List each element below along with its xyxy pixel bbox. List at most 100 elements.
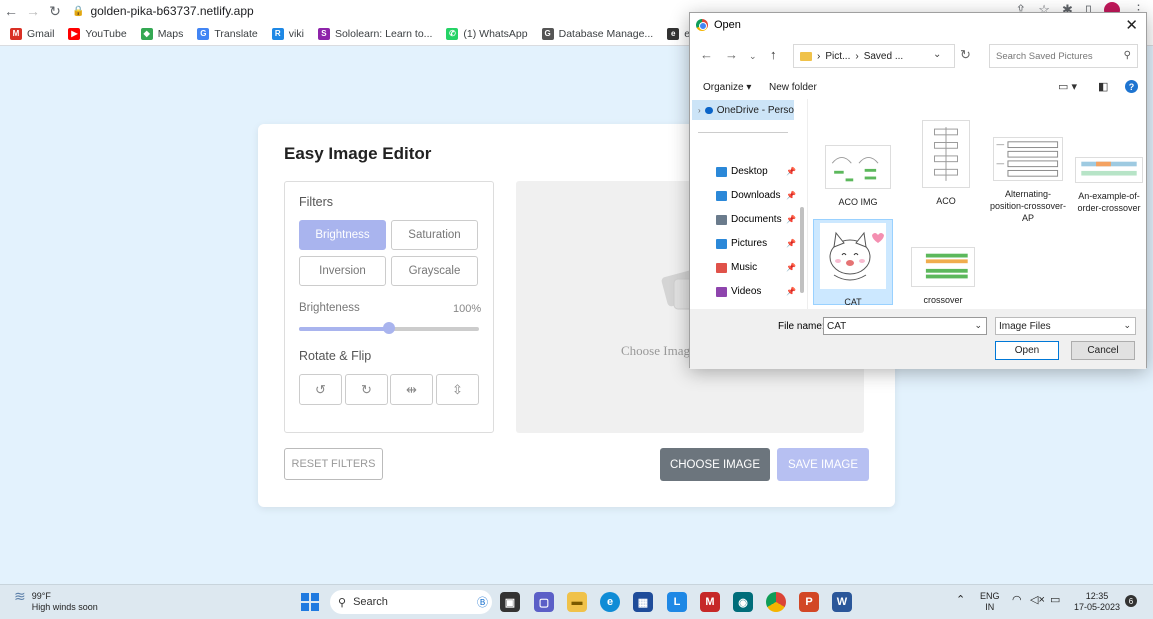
- chevron-down-icon[interactable]: ⌄: [1123, 320, 1131, 331]
- weather-widget[interactable]: ≋ 99°F High winds soon: [14, 588, 98, 613]
- breadcrumb-pictures[interactable]: Pict...: [825, 51, 850, 62]
- tree-item-music[interactable]: Music: [716, 262, 757, 273]
- cancel-button[interactable]: Cancel: [1071, 341, 1135, 360]
- task-view-icon[interactable]: ▣: [500, 592, 520, 612]
- chrome-taskbar-icon[interactable]: [766, 592, 786, 612]
- l-app-icon[interactable]: L: [667, 592, 687, 612]
- windows-start-icon[interactable]: [301, 593, 319, 611]
- recent-dropdown-icon[interactable]: ⌄: [749, 51, 757, 62]
- chevron-down-icon[interactable]: ⌄: [933, 49, 941, 60]
- save-image-button[interactable]: SAVE IMAGE: [777, 448, 869, 481]
- clock[interactable]: 12:35 17-05-2023: [1074, 591, 1120, 613]
- new-folder-button[interactable]: New folder: [769, 82, 817, 93]
- pin-icon[interactable]: 📌: [786, 215, 796, 224]
- file-item-aco[interactable]: ACO: [906, 117, 986, 206]
- tree-item-desktop[interactable]: Desktop: [716, 166, 768, 177]
- bookmark-gmail[interactable]: M Gmail: [10, 27, 54, 40]
- choose-image-button[interactable]: CHOOSE IMAGE: [660, 448, 770, 481]
- pin-icon[interactable]: 📌: [786, 191, 796, 200]
- language-top: ENG: [980, 591, 1000, 601]
- flip-vertical-button[interactable]: ⇳: [436, 374, 479, 405]
- mcafee-icon[interactable]: M: [700, 592, 720, 612]
- notification-badge[interactable]: 6: [1125, 595, 1137, 607]
- help-icon[interactable]: ?: [1125, 80, 1138, 93]
- viki-icon: R: [271, 27, 284, 40]
- tree-item-downloads[interactable]: Downloads: [716, 190, 780, 201]
- thumbnail-aco: [922, 120, 970, 188]
- powerpoint-icon[interactable]: P: [799, 592, 819, 612]
- file-name: CAT: [844, 297, 862, 307]
- path-breadcrumb[interactable]: › Pict... › Saved ...: [793, 44, 955, 68]
- tree-item-pictures[interactable]: Pictures: [716, 238, 767, 249]
- address-bar[interactable]: 🔒 golden-pika-b63737.netlify.app: [72, 4, 254, 18]
- chevron-down-icon[interactable]: ⌄: [974, 320, 982, 331]
- app-icon[interactable]: ◉: [733, 592, 753, 612]
- refresh-icon[interactable]: ↻: [960, 47, 971, 63]
- bookmark-youtube[interactable]: ▶ YouTube: [68, 27, 127, 40]
- pin-icon[interactable]: 📌: [786, 167, 796, 176]
- search-input[interactable]: Search Saved Pictures ⚲: [989, 44, 1138, 68]
- slider-thumb[interactable]: [383, 322, 395, 334]
- rotate-right-button[interactable]: ↻: [345, 374, 388, 405]
- file-item-cat[interactable]: CAT: [813, 219, 893, 307]
- file-item-alternating-position-crossover[interactable]: Alternating-position-crossover-AP: [988, 117, 1068, 223]
- pin-icon[interactable]: 📌: [786, 239, 796, 248]
- tree-item-onedrive[interactable]: › OneDrive - Perso: [692, 100, 794, 120]
- preview-pane-icon[interactable]: ◧: [1098, 80, 1108, 93]
- language-indicator[interactable]: ENG IN: [980, 591, 1000, 613]
- teams-icon[interactable]: ▢: [534, 592, 554, 612]
- forward-arrow-icon[interactable]: →: [22, 0, 44, 22]
- clock-time: 12:35: [1085, 591, 1109, 601]
- bookmark-1-whatsapp[interactable]: ✆ (1) WhatsApp: [446, 27, 528, 40]
- open-button[interactable]: Open: [995, 341, 1059, 360]
- edge-icon[interactable]: e: [600, 592, 620, 612]
- battery-icon[interactable]: ▭: [1050, 595, 1060, 606]
- file-item-order-crossover[interactable]: An-example-of-order-crossover: [1069, 117, 1149, 213]
- bookmark-viki[interactable]: Rviki: [271, 27, 304, 40]
- bookmark-database-manage[interactable]: G Database Manage...: [541, 27, 653, 40]
- organize-menu[interactable]: Organize ▾: [703, 82, 751, 93]
- file-explorer-icon[interactable]: ▬: [567, 592, 587, 612]
- file-type-select[interactable]: Image Files ⌄: [995, 317, 1136, 335]
- search-icon: ⚲: [1123, 50, 1131, 61]
- volume-icon[interactable]: ◁×: [1030, 595, 1045, 606]
- reset-filters-button[interactable]: RESET FILTERS: [284, 448, 383, 480]
- tree-item-videos[interactable]: Videos: [716, 286, 761, 297]
- back-arrow-icon[interactable]: ←: [700, 47, 713, 62]
- flip-horizontal-button[interactable]: ⇹: [390, 374, 433, 405]
- filter-saturation-button[interactable]: Saturation: [391, 220, 478, 250]
- back-arrow-icon[interactable]: ←: [0, 0, 22, 22]
- bookmark-sololearn-learn-to[interactable]: S Sololearn: Learn to...: [317, 27, 432, 40]
- forward-arrow-icon[interactable]: →: [725, 47, 738, 62]
- view-options-icon[interactable]: ▭ ▾: [1058, 80, 1077, 93]
- wifi-icon[interactable]: ◠: [1012, 595, 1022, 606]
- bookmark-translate[interactable]: G Translate: [197, 27, 258, 40]
- rotate-left-button[interactable]: ↺: [299, 374, 342, 405]
- breadcrumb-saved[interactable]: Saved ...: [864, 51, 903, 62]
- word-icon[interactable]: W: [832, 592, 852, 612]
- tree-scrollbar[interactable]: [800, 207, 804, 293]
- thumbnail-alternating-crossover: [993, 137, 1063, 181]
- temperature: 99°F: [31, 591, 51, 601]
- taskbar-search[interactable]: ⚲ Search Ⓑ: [330, 590, 492, 614]
- bookmark-maps[interactable]: ◆ Maps: [140, 27, 183, 40]
- chevron-up-icon[interactable]: ⌃: [956, 595, 965, 606]
- pin-icon[interactable]: 📌: [786, 287, 796, 296]
- store-icon[interactable]: ▦: [633, 592, 653, 612]
- tree-item-documents[interactable]: Documents: [716, 214, 782, 225]
- file-name: An-example-of-order-crossover: [1077, 191, 1141, 213]
- filter-inversion-button[interactable]: Inversion: [299, 256, 386, 286]
- file-item-aco-img[interactable]: ACO IMG: [818, 117, 898, 207]
- filter-grayscale-button[interactable]: Grayscale: [391, 256, 478, 286]
- file-item-crossover[interactable]: crossover: [903, 219, 983, 305]
- reload-icon[interactable]: ↻: [44, 0, 66, 22]
- weather-text: High winds soon: [31, 602, 98, 612]
- wind-icon: ≋: [14, 588, 26, 604]
- up-arrow-icon[interactable]: ↑: [770, 47, 777, 62]
- file-name-input[interactable]: CAT ⌄: [823, 317, 987, 335]
- close-icon[interactable]: ✕: [1125, 16, 1138, 34]
- breadcrumb-separator: ›: [817, 50, 821, 62]
- filter-brightness-button[interactable]: Brightness: [299, 220, 386, 250]
- bing-icon: Ⓑ: [477, 597, 488, 609]
- pin-icon[interactable]: 📌: [786, 263, 796, 272]
